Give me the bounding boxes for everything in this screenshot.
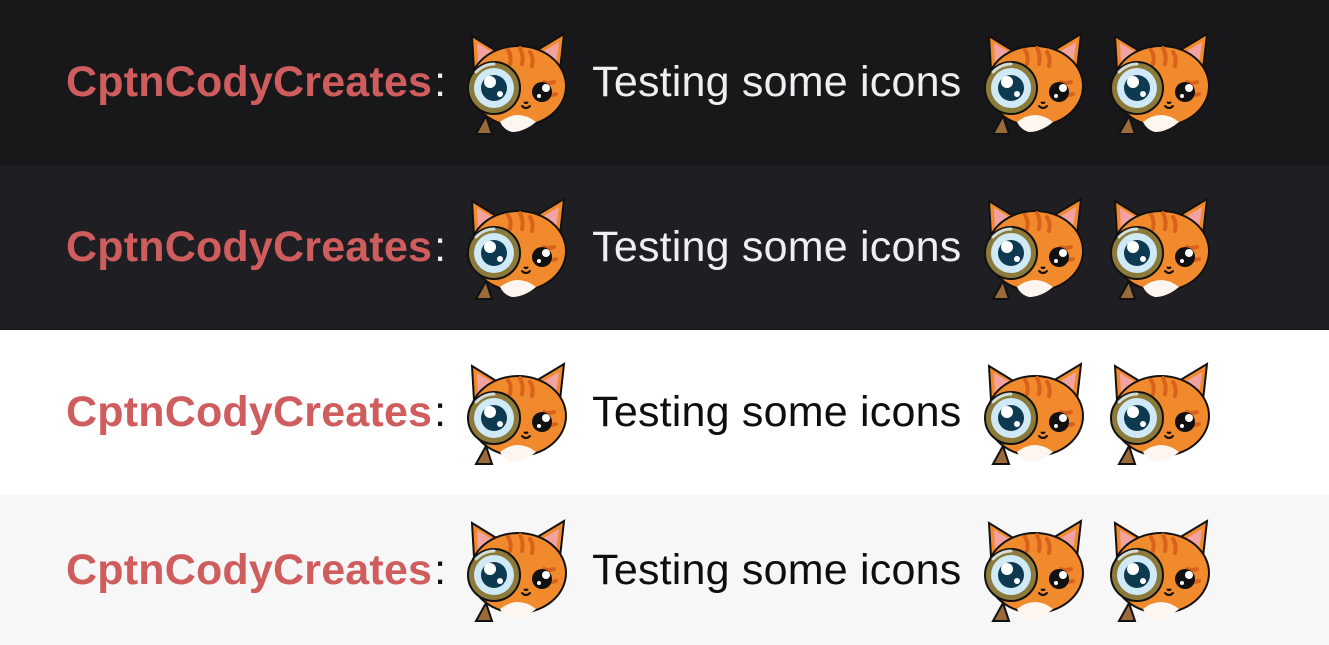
username[interactable]: CptnCodyCreates bbox=[66, 391, 432, 434]
cat-magnifier-emote-icon[interactable] bbox=[981, 360, 1087, 466]
cat-magnifier-emote-icon[interactable] bbox=[1107, 360, 1213, 466]
message-text: Testing some icons bbox=[592, 388, 962, 436]
cat-magnifier-emote-icon[interactable] bbox=[1107, 195, 1213, 301]
cat-magnifier-emote-icon[interactable] bbox=[981, 30, 1087, 136]
chat-row-light-1: CptnCodyCreates : Testing some icons bbox=[0, 330, 1329, 495]
cat-magnifier-emote-icon[interactable] bbox=[464, 517, 570, 623]
chat-row-dark-1: CptnCodyCreates : Testing some icons bbox=[0, 0, 1329, 165]
separator-colon: : bbox=[434, 388, 447, 436]
cat-magnifier-emote-icon[interactable] bbox=[464, 360, 570, 466]
message-text: Testing some icons bbox=[592, 58, 962, 106]
cat-magnifier-emote-icon[interactable] bbox=[464, 30, 570, 136]
separator-colon: : bbox=[434, 545, 447, 594]
chat-row-dark-2: CptnCodyCreates : Testing some icons bbox=[0, 165, 1329, 330]
username[interactable]: CptnCodyCreates bbox=[66, 61, 432, 104]
cat-magnifier-emote-icon[interactable] bbox=[1107, 517, 1213, 623]
separator-colon: : bbox=[434, 223, 447, 271]
cat-magnifier-emote-icon[interactable] bbox=[1107, 30, 1213, 136]
message-text: Testing some icons bbox=[592, 545, 962, 594]
chat-row-light-2: CptnCodyCreates : Testing some icons bbox=[0, 495, 1329, 645]
username[interactable]: CptnCodyCreates bbox=[66, 226, 432, 269]
cat-magnifier-emote-icon[interactable] bbox=[981, 195, 1087, 301]
cat-magnifier-emote-icon[interactable] bbox=[464, 195, 570, 301]
chat-preview: CptnCodyCreates : Testing some icons Cpt… bbox=[0, 0, 1329, 645]
separator-colon: : bbox=[434, 58, 447, 106]
message-text: Testing some icons bbox=[592, 223, 962, 271]
username[interactable]: CptnCodyCreates bbox=[66, 548, 432, 592]
cat-magnifier-emote-icon[interactable] bbox=[981, 517, 1087, 623]
